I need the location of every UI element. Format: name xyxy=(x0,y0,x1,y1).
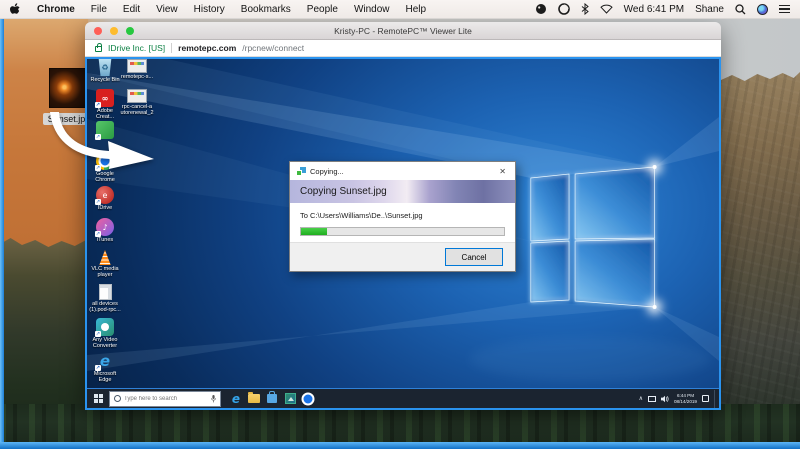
ssl-lock-icon[interactable] xyxy=(95,46,102,52)
chrome-window: Kristy-PC - RemotePC™ Viewer Lite IDrive… xyxy=(85,22,721,410)
windows-logo-icon xyxy=(94,394,103,403)
desktop-icon-any-video-converter[interactable]: ↗ Any Video Converter xyxy=(88,318,122,350)
itunes-icon: ♪↗ xyxy=(96,218,114,236)
siri-icon[interactable] xyxy=(757,4,768,15)
adobe-cc-icon: ∞↗ xyxy=(96,89,114,107)
document-icon xyxy=(99,284,112,300)
screenshot-file-icon xyxy=(127,89,147,103)
menu-bookmarks[interactable]: Bookmarks xyxy=(241,4,291,15)
tray-speaker-icon[interactable] xyxy=(661,390,669,408)
screenshot-border-left xyxy=(0,19,4,449)
address-bar[interactable]: IDrive Inc. [US] remotepc.com/rpcnew/con… xyxy=(85,40,721,57)
menu-file[interactable]: File xyxy=(91,4,107,15)
menubar-clock[interactable]: Wed 6:41 PM xyxy=(624,4,684,15)
taskbar-clock[interactable]: 6:44 PM 08/14/2019 xyxy=(674,393,697,404)
menubar-user[interactable]: Shane xyxy=(695,4,724,15)
shortcut-badge: ↗ xyxy=(95,231,101,237)
copy-destination-path: To C:\Users\Williams\De..\Sunset.jpg xyxy=(300,211,505,220)
recycle-bin-icon: ♻ xyxy=(98,59,113,76)
taskbar-search-box[interactable] xyxy=(109,391,221,407)
minimize-window-button[interactable] xyxy=(110,27,118,35)
url-path[interactable]: /rpcnew/connect xyxy=(242,43,304,53)
macos-menu-bar: Chrome File Edit View History Bookmarks … xyxy=(0,0,800,19)
window-title: Kristy-PC - RemotePC™ Viewer Lite xyxy=(334,26,472,36)
taskbar-time: 6:44 PM xyxy=(674,393,697,399)
menu-window[interactable]: Window xyxy=(354,4,390,15)
menu-app-name[interactable]: Chrome xyxy=(37,4,75,15)
status-app-icon-2[interactable] xyxy=(558,3,570,15)
shortcut-badge: ↗ xyxy=(95,331,101,337)
dialog-banner: Copying Sunset.jpg xyxy=(290,180,515,203)
shortcut-badge: ↗ xyxy=(95,199,101,205)
screenshot-border-bottom xyxy=(0,442,800,449)
menu-view[interactable]: View xyxy=(156,4,178,15)
progress-fill xyxy=(301,228,327,235)
idrive-icon: e↗ xyxy=(96,186,114,204)
sunset-thumbnail[interactable] xyxy=(49,68,89,108)
window-titlebar[interactable]: Kristy-PC - RemotePC™ Viewer Lite xyxy=(85,22,721,40)
desktop-icon-microsoft-edge[interactable]: e↗ Microsoft Edge xyxy=(88,352,122,384)
menu-edit[interactable]: Edit xyxy=(123,4,140,15)
tray-display-icon[interactable] xyxy=(648,396,656,402)
cortana-icon xyxy=(114,395,121,402)
desktop-icon-vlc[interactable]: VLC media player xyxy=(88,250,122,279)
url-host[interactable]: remotepc.com xyxy=(178,43,236,53)
taskbar-chrome-icon[interactable] xyxy=(302,393,314,405)
shortcut-badge: ↗ xyxy=(95,102,101,108)
close-window-button[interactable] xyxy=(94,27,102,35)
taskbar-store-icon[interactable] xyxy=(266,393,278,405)
screenshot-file-icon xyxy=(127,59,147,73)
show-desktop-button[interactable] xyxy=(714,390,717,408)
dialog-title: Copying... xyxy=(310,167,344,176)
any-video-converter-icon: ↗ xyxy=(96,318,114,336)
start-button[interactable] xyxy=(87,389,109,409)
taskbar-date: 08/14/2019 xyxy=(674,399,697,405)
copying-dialog: Copying... ✕ Copying Sunset.jpg To C:\Us… xyxy=(289,161,516,272)
address-separator xyxy=(171,43,172,53)
dialog-titlebar[interactable]: Copying... ✕ xyxy=(290,162,515,180)
dialog-close-icon[interactable]: ✕ xyxy=(496,167,509,176)
cancel-button[interactable]: Cancel xyxy=(445,248,503,266)
desktop-icon-itunes[interactable]: ♪↗ iTunes xyxy=(88,218,122,243)
action-center-icon[interactable] xyxy=(702,395,709,402)
vlc-icon xyxy=(98,250,113,265)
status-app-icon-1[interactable] xyxy=(535,3,547,15)
notification-center-icon[interactable] xyxy=(779,5,790,14)
menu-history[interactable]: History xyxy=(194,4,225,15)
menu-people[interactable]: People xyxy=(307,4,338,15)
bluetooth-icon[interactable] xyxy=(581,3,589,15)
dialog-footer: Cancel xyxy=(290,242,515,271)
taskbar-edge-icon[interactable]: e xyxy=(230,393,242,405)
taskbar-search-input[interactable] xyxy=(124,396,208,402)
copy-files-icon xyxy=(296,167,306,176)
shortcut-badge: ↗ xyxy=(95,365,101,371)
wallpaper-right-cliff xyxy=(721,70,800,449)
desktop-icon-document[interactable]: all devices (1).pod-rpc... xyxy=(88,284,122,314)
desktop-icon-remotepc-screenshot[interactable]: remotepc-s... xyxy=(120,59,154,80)
desktop-icon-idrive[interactable]: e↗ IDrive xyxy=(88,186,122,211)
spotlight-search-icon[interactable] xyxy=(735,4,746,15)
desktop-icon-recycle-bin[interactable]: ♻ Recycle Bin xyxy=(88,59,122,83)
microphone-icon[interactable] xyxy=(211,390,216,408)
dialog-heading: Copying Sunset.jpg xyxy=(300,186,387,197)
taskbar-file-explorer-icon[interactable] xyxy=(248,393,260,405)
copy-progress-bar xyxy=(300,227,505,236)
windows-taskbar: e ∧ 6:44 PM 08/14/2019 xyxy=(87,388,719,408)
zoom-window-button[interactable] xyxy=(126,27,134,35)
taskbar-photos-icon[interactable] xyxy=(284,393,296,405)
ssl-organization[interactable]: IDrive Inc. [US] xyxy=(108,43,165,53)
apple-menu-icon[interactable] xyxy=(10,3,21,16)
edge-icon: e↗ xyxy=(96,352,114,370)
windows-desktop[interactable]: ♻ Recycle Bin ∞↗ Adobe Creat... ↗ ↗ Goog… xyxy=(87,59,719,388)
wifi-icon[interactable] xyxy=(600,4,613,14)
tray-chevron-icon[interactable]: ∧ xyxy=(639,395,643,402)
drag-direction-arrow xyxy=(48,112,160,174)
remote-desktop-viewport: ♻ Recycle Bin ∞↗ Adobe Creat... ↗ ↗ Goog… xyxy=(85,57,721,410)
menu-help[interactable]: Help xyxy=(406,4,427,15)
